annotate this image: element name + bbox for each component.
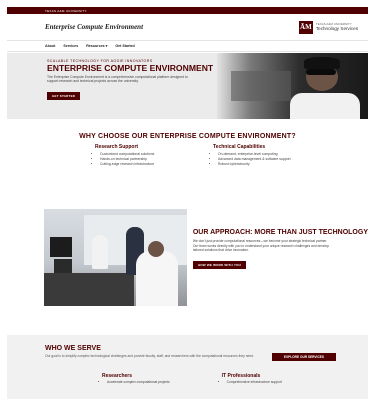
list-item: Robust cybersecurity xyxy=(218,162,313,167)
hero-title: ENTERPRISE COMPUTE ENVIRONMENT xyxy=(47,63,214,73)
why-choose-title: WHY CHOOSE OUR ENTERPRISE COMPUTE ENVIRO… xyxy=(79,133,296,140)
audience-list: Comprehensive infrastructure support xyxy=(222,380,282,385)
list-item: Cutting-edge research infrastructure xyxy=(100,162,195,167)
safety-goggles xyxy=(306,69,336,75)
audience-list: Accelerate complex computational project… xyxy=(102,380,170,385)
nav-item-get-started[interactable]: Get Started xyxy=(115,44,134,48)
nav-item-resources[interactable]: Resources ▾ xyxy=(86,44,107,48)
researcher-hair xyxy=(304,57,340,69)
why-choose-section: WHY CHOOSE OUR ENTERPRISE COMPUTE ENVIRO… xyxy=(7,119,368,167)
monitor xyxy=(50,237,72,258)
technical-capabilities-column: Technical Capabilities On-demand, enterp… xyxy=(213,144,313,167)
explore-services-button[interactable]: EXPLORE OUR SERVICES xyxy=(271,353,336,362)
hero-photo-researcher xyxy=(217,53,368,119)
logo-mark: ĀM xyxy=(300,23,312,31)
nav-item-about[interactable]: About xyxy=(45,44,55,48)
how-we-work-button[interactable]: HOW WE WORK WITH YOU xyxy=(192,260,246,269)
feature-list: On-demand, enterprise-level computing Ad… xyxy=(213,152,313,167)
desk xyxy=(44,273,134,307)
who-we-serve-description: Our goal is to simplify complex technolo… xyxy=(45,354,254,359)
list-item: Comprehensive infrastructure support xyxy=(227,380,282,385)
nav-item-services[interactable]: Services xyxy=(63,44,78,48)
column-title: Technical Capabilities xyxy=(213,144,266,150)
approach-section: OUR APPROACH: MORE THAN JUST TECHNOLOGY … xyxy=(7,209,368,307)
site-title[interactable]: Enterprise Compute Environment xyxy=(45,23,143,31)
brand-lockup[interactable]: ĀM TEXAS A&M UNIVERSITY Technology Servi… xyxy=(298,20,358,34)
topbar-label[interactable]: TEXAS A&M UNIVERSITY xyxy=(45,9,87,13)
audience-columns: Researchers Accelerate complex computati… xyxy=(45,359,368,385)
approach-photo-team xyxy=(44,209,187,307)
site-header: Enterprise Compute Environment ĀM TEXAS … xyxy=(7,14,368,41)
lab-equipment xyxy=(231,71,291,101)
who-we-serve-title: WHO WE SERVE xyxy=(45,345,101,353)
person-seated xyxy=(136,251,178,307)
it-professionals-column: IT Professionals Comprehensive infrastru… xyxy=(222,373,282,385)
research-support-column: Research Support Customized computationa… xyxy=(95,144,195,167)
brand-text: TEXAS A&M UNIVERSITY Technology Services xyxy=(315,22,358,32)
list-item: Accelerate complex computational project… xyxy=(107,380,170,385)
feature-list: Customized computational solutions Hands… xyxy=(95,152,195,167)
page: TEXAS A&M UNIVERSITY Enterprise Compute … xyxy=(7,7,368,399)
hero-section: SCALABLE TECHNOLOGY FOR AGGIE INNOVATORS… xyxy=(7,53,368,119)
why-columns: Research Support Customized computationa… xyxy=(7,140,368,167)
approach-title: OUR APPROACH: MORE THAN JUST TECHNOLOGY xyxy=(192,229,368,237)
who-we-serve-section: WHO WE SERVE Our goal is to simplify com… xyxy=(7,335,368,399)
university-topbar: TEXAS A&M UNIVERSITY xyxy=(7,7,368,14)
researchers-column: Researchers Accelerate complex computati… xyxy=(102,373,170,385)
person-standing xyxy=(92,235,108,270)
main-nav: About Services Resources ▾ Get Started xyxy=(7,41,368,52)
monitor xyxy=(54,259,72,274)
hero-content: SCALABLE TECHNOLOGY FOR AGGIE INNOVATORS… xyxy=(7,53,214,119)
lab-coat xyxy=(290,93,360,119)
approach-description: We don't just provide computational reso… xyxy=(192,239,330,253)
column-title: Research Support xyxy=(95,144,139,150)
hero-description: The Enterprise Compute Environment is a … xyxy=(47,74,188,84)
approach-content: OUR APPROACH: MORE THAN JUST TECHNOLOGY … xyxy=(187,209,368,271)
brand-name: Technology Services xyxy=(315,26,358,32)
tamu-logo-icon: ĀM xyxy=(298,20,313,34)
get-started-button[interactable]: GET STARTED xyxy=(47,91,81,100)
